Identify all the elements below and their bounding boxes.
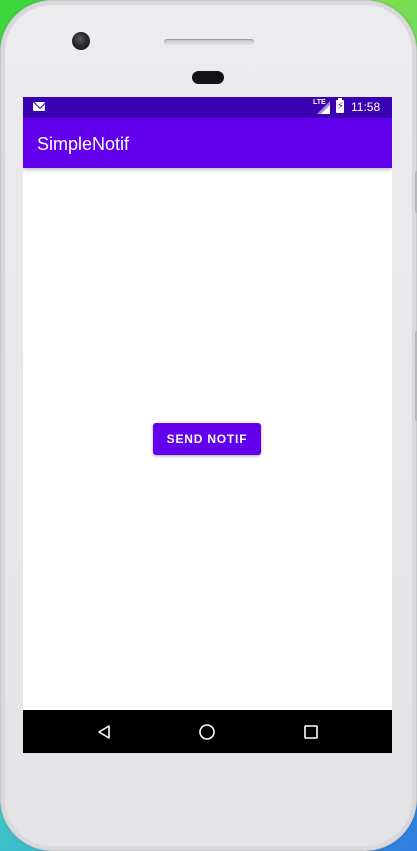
navigation-bar	[23, 710, 392, 753]
mail-icon	[33, 102, 45, 111]
app-title: SimpleNotif	[37, 134, 130, 154]
front-camera	[72, 32, 90, 50]
status-clock: 11:58	[351, 100, 381, 114]
earpiece-speaker	[164, 39, 254, 45]
network-type-label: LTE	[313, 99, 326, 106]
send-notif-button[interactable]: SEND NOTIF	[153, 423, 261, 455]
app-bar: SimpleNotif	[23, 118, 392, 168]
phone-frame: LTE ⚡ 11:58 SimpleNotif SEND NOTIF	[0, 0, 417, 851]
status-bar: LTE ⚡ 11:58	[23, 97, 392, 118]
nav-home-button[interactable]	[187, 710, 227, 753]
back-triangle-icon	[98, 724, 110, 739]
recents-square-icon	[304, 724, 318, 739]
proximity-sensor	[192, 71, 224, 84]
nav-recents-button[interactable]	[291, 710, 331, 753]
home-circle-icon	[199, 723, 215, 740]
signal-icon: LTE	[313, 99, 330, 114]
device-screen: LTE ⚡ 11:58 SimpleNotif SEND NOTIF	[23, 97, 392, 753]
nav-back-button[interactable]	[84, 710, 124, 753]
battery-charging-icon: ⚡	[336, 98, 345, 113]
charging-bolt-icon: ⚡	[337, 101, 345, 112]
